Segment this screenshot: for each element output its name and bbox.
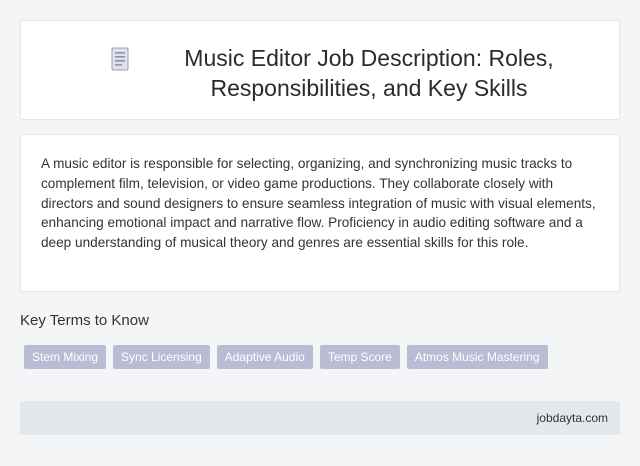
page: Music Editor Job Description: Roles, Res… <box>0 0 640 466</box>
description-card: A music editor is responsible for select… <box>20 134 620 292</box>
key-terms-heading: Key Terms to Know <box>20 312 149 329</box>
title-card: Music Editor Job Description: Roles, Res… <box>20 20 620 120</box>
key-term-tag[interactable]: Temp Score <box>319 345 400 369</box>
page-title: Music Editor Job Description: Roles, Res… <box>184 45 554 101</box>
key-term-tag[interactable]: Atmos Music Mastering <box>406 345 548 369</box>
key-term-tag[interactable]: Stem Mixing <box>24 345 107 369</box>
footer-bar: jobdayta.com <box>20 401 620 435</box>
document-icon <box>111 47 129 71</box>
footer-site-link[interactable]: jobdayta.com <box>537 401 608 435</box>
key-term-tag[interactable]: Sync Licensing <box>113 345 210 369</box>
key-term-tag[interactable]: Adaptive Audio <box>216 345 313 369</box>
description-text: A music editor is responsible for select… <box>41 156 596 251</box>
key-terms-list: Stem Mixing Sync Licensing Adaptive Audi… <box>24 345 548 369</box>
